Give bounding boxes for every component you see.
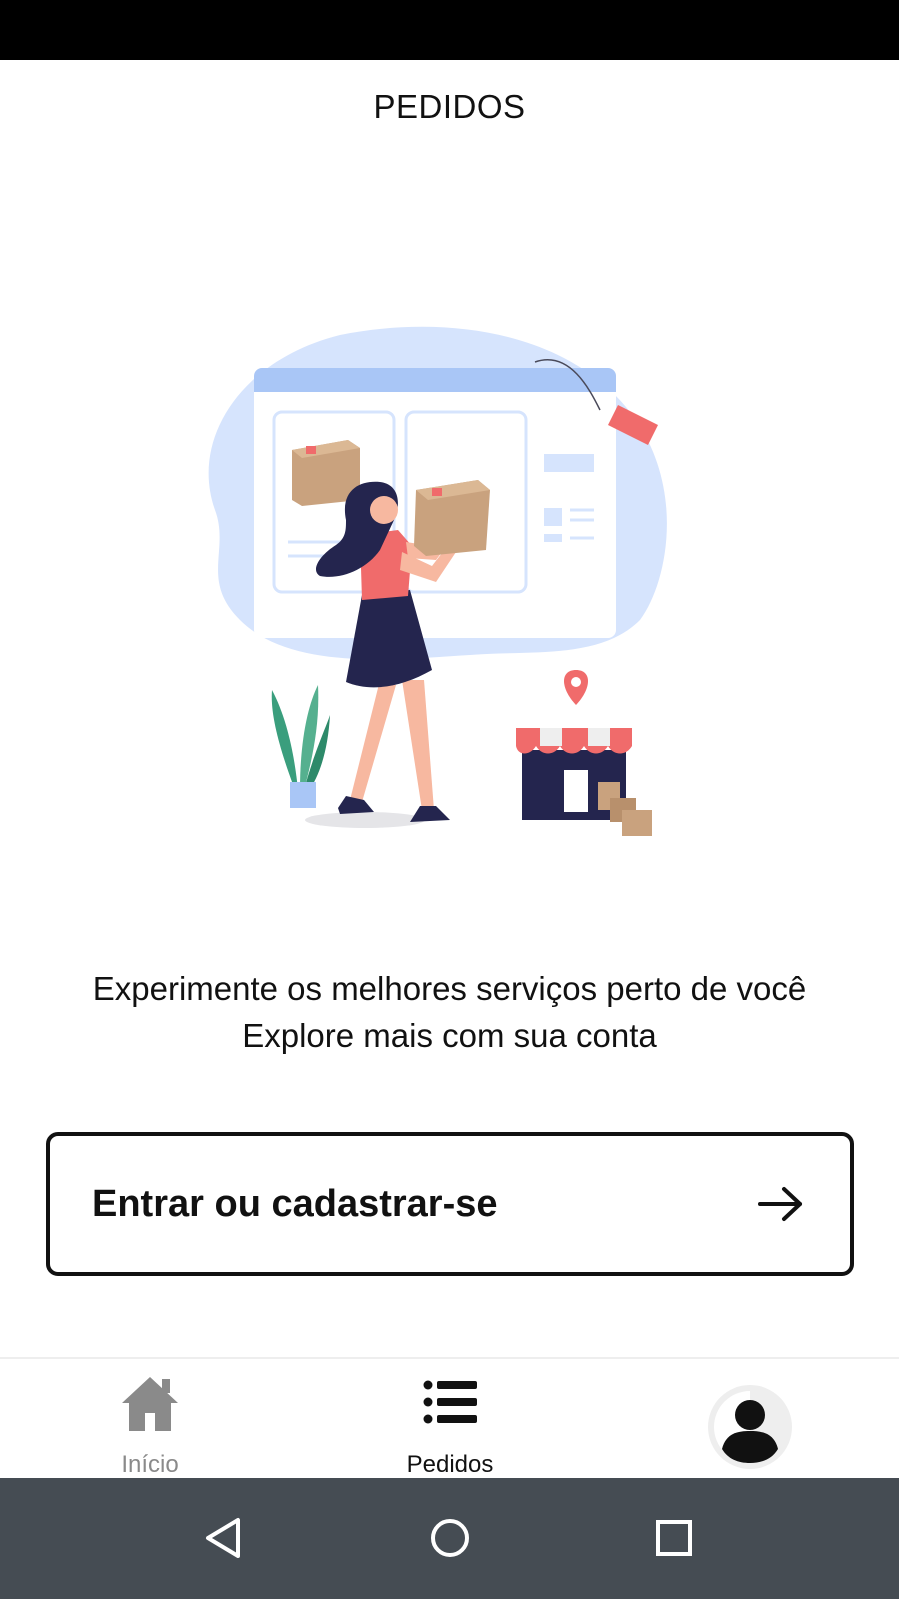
avatar-icon (708, 1385, 792, 1469)
nav-item-orders[interactable]: Pedidos (390, 1359, 510, 1480)
home-circle-icon[interactable] (420, 1508, 480, 1568)
tagline: Experimente os melhores serviços perto d… (0, 965, 899, 1059)
nav-item-profile[interactable] (700, 1359, 800, 1480)
system-nav-bar (0, 1478, 899, 1599)
sign-in-button[interactable]: Entrar ou cadastrar-se (46, 1132, 854, 1276)
status-bar (0, 0, 899, 60)
nav-label-orders: Pedidos (406, 1451, 494, 1478)
home-icon (122, 1377, 178, 1431)
recents-icon[interactable] (644, 1508, 704, 1568)
nav-label-home: Início (121, 1451, 179, 1478)
tagline-line-2: Explore mais com sua conta (242, 1017, 657, 1054)
list-icon (423, 1380, 477, 1424)
back-icon[interactable] (194, 1508, 254, 1568)
nav-item-home[interactable]: Início (90, 1359, 210, 1480)
tagline-line-1: Experimente os melhores serviços perto d… (92, 970, 807, 1007)
arrow-right-icon (758, 1187, 802, 1221)
bottom-nav: Início Pedidos (0, 1357, 899, 1478)
delivery-illustration (208, 326, 667, 836)
sign-in-label: Entrar ou cadastrar-se (92, 1182, 498, 1225)
page-title: PEDIDOS (373, 88, 526, 125)
orders-screen: PEDIDOS Experimente os melhores serviços… (0, 0, 899, 1599)
